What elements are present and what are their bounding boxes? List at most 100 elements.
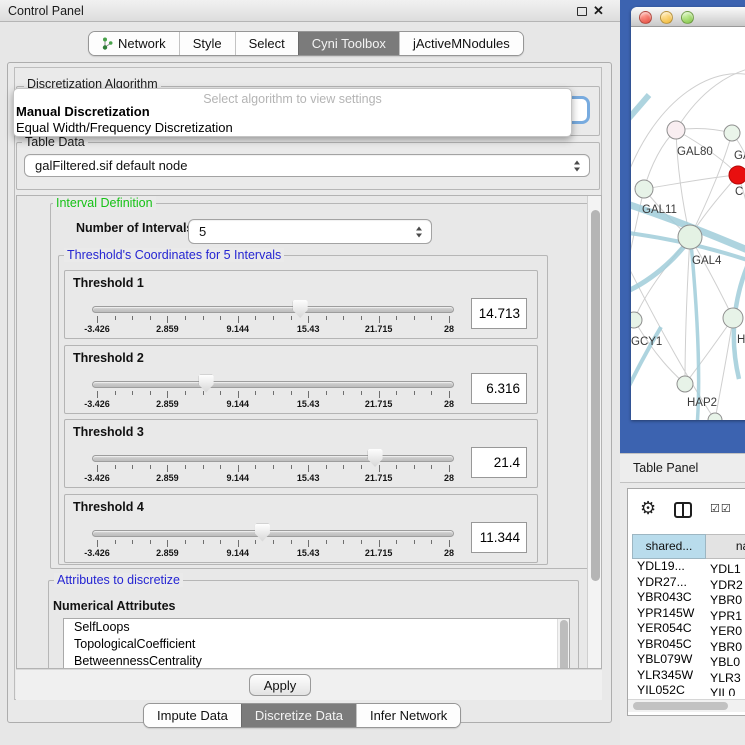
threshold-value-field[interactable]: 6.316: [471, 373, 527, 404]
threshold-title: Threshold 2: [73, 351, 144, 365]
threshold-title: Threshold 1: [73, 276, 144, 290]
table-row[interactable]: YBR043CYBR0: [632, 590, 745, 606]
settings-vertical-scrollbar[interactable]: [587, 196, 602, 668]
list-item[interactable]: BetweennessCentrality: [64, 653, 569, 669]
cell-shared-name: YLR345W: [632, 668, 706, 682]
dropdown-prompt-item[interactable]: Select algorithm to view settings: [14, 89, 571, 104]
slider-track[interactable]: [92, 530, 454, 537]
close-traffic-icon[interactable]: [639, 11, 652, 24]
gear-icon[interactable]: ⚙: [640, 498, 656, 519]
tick-mark: [150, 316, 151, 320]
slider-thumb[interactable]: [255, 524, 270, 542]
columns-icon[interactable]: [674, 502, 692, 518]
tick-mark: [361, 465, 362, 469]
tab-label: Style: [193, 32, 222, 55]
tick-mark: [308, 540, 309, 547]
column-header[interactable]: na: [706, 534, 745, 559]
network-node[interactable]: [677, 376, 693, 392]
slider-thumb[interactable]: [368, 449, 383, 467]
threshold-slider[interactable]: -3.4262.8599.14415.4321.71528: [92, 301, 454, 337]
column-header[interactable]: shared...: [632, 534, 706, 559]
threshold-slider[interactable]: -3.4262.8599.14415.4321.71528: [92, 450, 454, 486]
network-edge: [644, 130, 676, 189]
tick-mark: [414, 465, 415, 469]
close-icon[interactable]: ✕: [593, 3, 604, 19]
tick-mark: [97, 316, 98, 323]
network-node[interactable]: [708, 413, 722, 420]
dropdown-option[interactable]: Manual Discretization: [14, 104, 571, 120]
tick-mark: [220, 316, 221, 320]
slider-track[interactable]: [92, 306, 454, 313]
list-item[interactable]: SelfLoops: [64, 619, 569, 636]
zoom-traffic-icon[interactable]: [681, 11, 694, 24]
threshold-value-field[interactable]: 11.344: [471, 522, 527, 553]
network-node[interactable]: [729, 166, 745, 184]
tick-mark: [414, 391, 415, 395]
tick-mark: [308, 316, 309, 323]
tab-jactivemnodules[interactable]: jActiveMNodules: [399, 32, 523, 55]
network-node[interactable]: [635, 180, 653, 198]
attribute-items: SelfLoopsTopologicalCoefficientBetweenne…: [64, 619, 569, 669]
network-node[interactable]: [631, 312, 642, 328]
table-row[interactable]: YPR145WYPR1: [632, 606, 745, 622]
table-toolbar: ⚙ ☑☑: [628, 489, 745, 531]
table-data-combobox[interactable]: galFiltered.sif default node: [24, 154, 590, 177]
table-row[interactable]: YIL052CYIL0: [632, 683, 745, 696]
slider-thumb[interactable]: [199, 375, 214, 393]
float-icon[interactable]: [577, 7, 587, 16]
tick-mark: [431, 465, 432, 469]
tick-mark: [238, 316, 239, 323]
table-row[interactable]: YER054CYER0: [632, 621, 745, 637]
table-row[interactable]: YBR045CYBR0: [632, 637, 745, 653]
table-row[interactable]: YLR345WYLR3: [632, 668, 745, 684]
tick-mark: [449, 465, 450, 472]
node-label: H: [737, 334, 745, 346]
tick-label: 28: [444, 399, 454, 409]
attributes-scrollbar[interactable]: [557, 619, 569, 669]
tab-style[interactable]: Style: [179, 32, 235, 55]
tick-label: 9.144: [227, 324, 250, 334]
num-intervals-spinner[interactable]: 5: [188, 219, 432, 244]
checkbox-icon[interactable]: ☑☑: [710, 502, 732, 515]
network-canvas[interactable]: GAL80GACGAL11GAL4GCY1HHAP2: [631, 27, 745, 420]
network-node[interactable]: [678, 225, 702, 249]
network-node[interactable]: [667, 121, 685, 139]
list-item[interactable]: TopologicalCoefficient: [64, 636, 569, 653]
cell-shared-name: YPR145W: [632, 606, 706, 620]
tab-infer-network[interactable]: Infer Network: [356, 704, 460, 727]
dropdown-option[interactable]: Equal Width/Frequency Discretization: [14, 120, 571, 136]
cell-shared-name: YBL079W: [632, 652, 706, 666]
tab-label: Infer Network: [370, 704, 447, 727]
node-label: GAL4: [692, 255, 722, 267]
threshold-box: Threshold 4-3.4262.8599.14415.4321.71528…: [64, 494, 538, 563]
table-row[interactable]: YBL079WYBL0: [632, 652, 745, 668]
threshold-slider[interactable]: -3.4262.8599.14415.4321.71528: [92, 525, 454, 561]
table-data-value: galFiltered.sif default node: [35, 155, 589, 176]
tick-label: 2.859: [156, 473, 179, 483]
slider-track[interactable]: [92, 381, 454, 388]
tick-label: 9.144: [227, 399, 250, 409]
table-row[interactable]: YDR27...YDR2: [632, 575, 745, 591]
tick-label: 15.43: [297, 548, 320, 558]
tick-label: 15.43: [297, 399, 320, 409]
apply-button[interactable]: Apply: [249, 674, 311, 696]
network-node[interactable]: [724, 125, 740, 141]
tab-cyni-toolbox[interactable]: Cyni Toolbox: [298, 32, 399, 55]
tab-discretize-data[interactable]: Discretize Data: [241, 704, 356, 727]
tab-select[interactable]: Select: [235, 32, 298, 55]
numerical-attributes-list[interactable]: SelfLoopsTopologicalCoefficientBetweenne…: [63, 618, 570, 669]
threshold-slider[interactable]: -3.4262.8599.14415.4321.71528: [92, 376, 454, 412]
tab-impute-data[interactable]: Impute Data: [144, 704, 241, 727]
table-row[interactable]: YDL19...YDL1: [632, 559, 745, 575]
table-horizontal-scrollbar[interactable]: [628, 699, 745, 712]
minimize-traffic-icon[interactable]: [660, 11, 673, 24]
threshold-value-field[interactable]: 21.4: [471, 447, 527, 478]
threshold-value-field[interactable]: 14.713: [471, 298, 527, 329]
slider-track[interactable]: [92, 455, 454, 462]
tick-mark: [167, 540, 168, 547]
tab-network[interactable]: Network: [89, 32, 179, 55]
slider-thumb[interactable]: [293, 300, 308, 318]
network-edge: [691, 243, 699, 420]
network-node[interactable]: [723, 308, 743, 328]
settings-scroll-panel: Interval Definition Number of Intervals …: [16, 195, 602, 669]
